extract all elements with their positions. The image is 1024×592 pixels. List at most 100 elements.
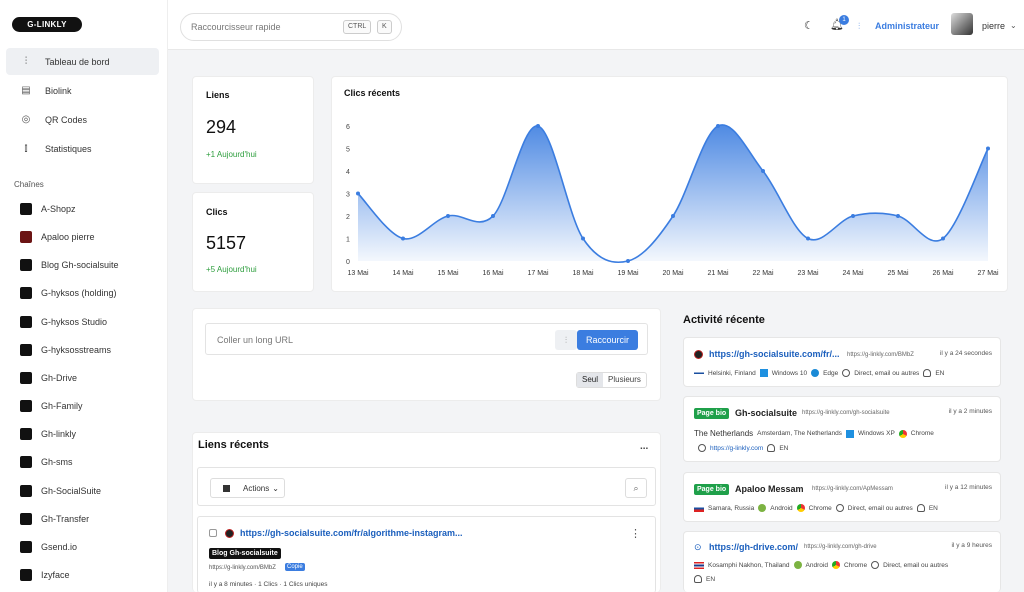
activity-lang: EN <box>935 369 945 377</box>
chart-point[interactable] <box>581 236 585 241</box>
channel-item[interactable]: A-Shopz <box>20 200 76 218</box>
activity-referrer: Direct, email ou autres <box>847 504 913 512</box>
chart-point[interactable] <box>986 146 990 151</box>
app-logo[interactable]: G-LINKLY <box>12 17 82 32</box>
channel-item[interactable]: Gh-Transfer <box>20 510 89 528</box>
channel-item[interactable]: G-hyksos Studio <box>20 313 107 331</box>
nav-statistics[interactable]: ⫾ Statistiques <box>6 135 159 162</box>
search-button[interactable]: ⌕ <box>625 478 647 498</box>
chart-point[interactable] <box>851 214 855 218</box>
kebab-menu-icon[interactable]: ⋮ <box>630 527 641 540</box>
short-url[interactable]: https://g-linkly.com/BMbZ <box>209 565 276 571</box>
channel-item[interactable]: Gh-SocialSuite <box>20 482 101 500</box>
nav-dashboard[interactable]: ⫶ Tableau de bord <box>6 48 159 75</box>
more-icon[interactable]: ... <box>640 441 648 452</box>
activity-short-url[interactable]: https://g-linkly.com/gh-socialsuite <box>802 410 890 416</box>
chart-point[interactable] <box>896 214 900 218</box>
mode-single-button[interactable]: Seul <box>577 373 604 387</box>
activity-title[interactable]: Apaloo Messam <box>735 484 804 494</box>
channel-color-icon <box>20 484 32 497</box>
chart-point[interactable] <box>356 191 360 196</box>
clicks-value: 5157 <box>206 233 247 253</box>
actions-dropdown[interactable]: Actions ⌄ <box>210 478 285 498</box>
channel-item[interactable]: Apaloo pierre <box>20 228 95 246</box>
long-url-placeholder: Coller un long URL <box>217 335 294 345</box>
activity-short-url[interactable]: https://g-linkly.com/ApMessam <box>812 486 893 492</box>
chevron-down-icon[interactable]: ⌄ <box>1010 21 1017 30</box>
activity-meta-2: https://g-linkly.com EN <box>698 444 788 452</box>
y-tick-label: 4 <box>346 169 350 176</box>
globe-icon <box>842 369 851 377</box>
activity-title[interactable]: Gh-socialsuite <box>735 408 797 418</box>
channel-item[interactable]: Gh-linkly <box>20 425 76 443</box>
activity-meta: Samara, Russia Android Chrome Direct, em… <box>694 504 938 512</box>
nav-qr-codes[interactable]: ◎ QR Codes <box>6 106 159 133</box>
activity-time: il y a 2 minutes <box>948 408 992 415</box>
chart-point[interactable] <box>941 236 945 241</box>
search-input[interactable]: Raccourcisseur rapide CTRL K <box>180 13 402 41</box>
clicks-delta: +5 Aujourd'hui <box>206 265 257 274</box>
channel-color-icon <box>20 371 32 384</box>
chart-point[interactable] <box>626 259 630 263</box>
copy-button[interactable]: Copie <box>285 563 305 571</box>
nav-label: Biolink <box>45 85 72 96</box>
user-name[interactable]: pierre <box>982 21 1005 31</box>
mode-multiple-button[interactable]: Plusieurs <box>603 373 646 387</box>
chart-point[interactable] <box>491 214 495 218</box>
nav-label: QR Codes <box>45 114 88 125</box>
shorten-button[interactable]: Raccourcir <box>577 330 638 350</box>
chart-point[interactable] <box>716 124 720 128</box>
chart-point[interactable] <box>761 169 765 173</box>
links-title: Liens <box>206 90 230 100</box>
channel-label: Izyface <box>41 569 70 580</box>
links-delta: +1 Aujourd'hui <box>206 150 257 159</box>
admin-link[interactable]: Administrateur <box>875 21 939 31</box>
chart-point[interactable] <box>401 236 405 241</box>
favicon-icon <box>225 529 234 538</box>
links-value: 294 <box>206 117 237 137</box>
channel-color-icon <box>20 456 32 469</box>
windows-icon <box>845 429 854 438</box>
channel-item[interactable]: Gh-Drive <box>20 369 77 387</box>
android-icon <box>758 504 767 512</box>
nav-label: Statistiques <box>45 143 92 154</box>
chart-point[interactable] <box>806 236 810 241</box>
options-sliders-icon[interactable]: ⫶ <box>555 330 577 350</box>
link-url[interactable]: https://gh-socialsuite.com/fr/algorithme… <box>240 528 463 538</box>
channel-item[interactable]: Gsend.io <box>20 538 77 556</box>
chart-point[interactable] <box>671 214 675 218</box>
channel-color-icon <box>20 400 32 413</box>
nav-biolink[interactable]: ▤ Biolink <box>6 77 159 104</box>
moon-icon[interactable]: ☾ <box>804 19 814 32</box>
activity-item: https://gh-socialsuite.com/fr/... https:… <box>683 337 1001 387</box>
notification-badge: 1 <box>839 15 849 25</box>
qr-icon: ◎ <box>21 114 31 125</box>
channel-item[interactable]: Gh-Family <box>20 397 83 415</box>
activity-title[interactable]: https://gh-drive.com/ <box>709 542 798 552</box>
channel-item[interactable]: Blog Gh-socialsuite <box>20 256 119 274</box>
channel-label: G-hyksos (holding) <box>41 288 117 299</box>
chart-point[interactable] <box>536 124 540 128</box>
recent-links-title: Liens récents <box>198 439 269 451</box>
activity-short-url[interactable]: https://g-linkly.com/BMbZ <box>847 352 914 358</box>
channel-item[interactable]: Izyface <box>20 566 70 584</box>
kbd-ctrl: CTRL <box>343 20 372 34</box>
favicon-icon <box>694 350 703 359</box>
avatar[interactable] <box>951 13 973 35</box>
recent-links-card: Liens récents ... Actions ⌄ ⌕ https://gh… <box>192 432 661 592</box>
kbd-k: K <box>377 20 392 34</box>
activity-title[interactable]: https://gh-socialsuite.com/fr/... <box>709 349 840 359</box>
activity-os: Android <box>805 561 828 569</box>
x-tick-label: 24 Mai <box>842 270 863 277</box>
clicks-card: Clics 5157 +5 Aujourd'hui <box>192 192 314 292</box>
activity-referrer[interactable]: https://g-linkly.com <box>710 445 763 452</box>
row-checkbox[interactable] <box>209 529 217 537</box>
channel-item[interactable]: G-hyksosstreams <box>20 341 111 359</box>
channel-item[interactable]: Gh-sms <box>20 453 73 471</box>
chart-point[interactable] <box>446 214 450 218</box>
channel-item[interactable]: G-hyksos (holding) <box>20 284 117 302</box>
activity-item: ⊙ https://gh-drive.com/ https://g-linkly… <box>683 531 1001 592</box>
shorten-card: Coller un long URL ⫶ Raccourcir Seul Plu… <box>192 308 661 401</box>
activity-short-url[interactable]: https://g-linkly.com/gh-drive <box>804 544 877 550</box>
long-url-input[interactable]: Coller un long URL ⫶ Raccourcir <box>205 323 648 355</box>
